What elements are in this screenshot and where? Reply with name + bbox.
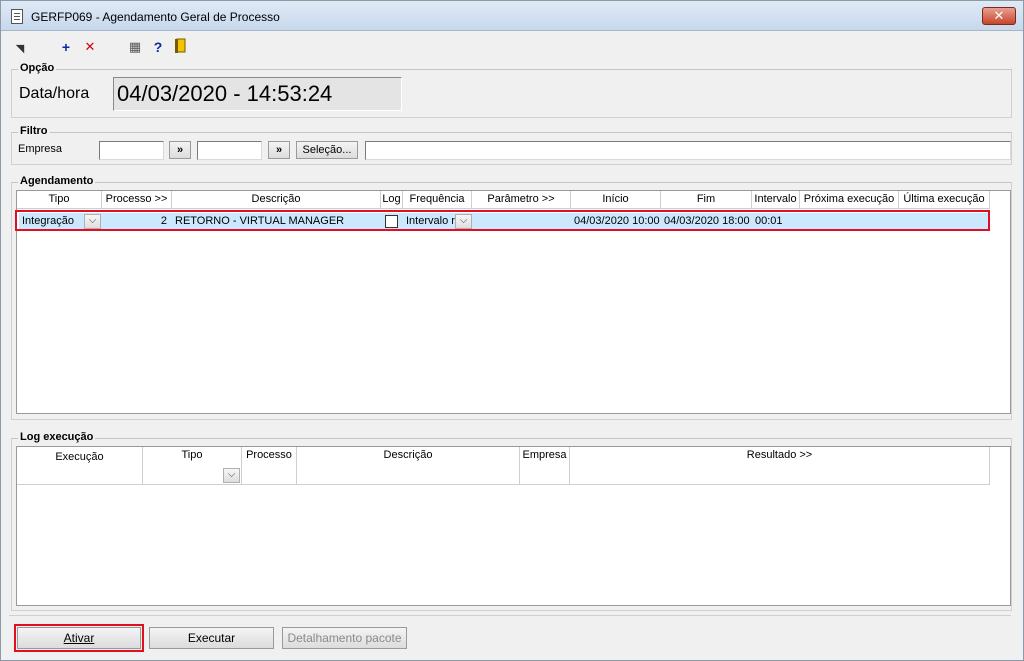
delete-icon[interactable]: ✕: [81, 38, 99, 56]
main-window: GERFP069 - Agendamento Geral de Processo…: [0, 0, 1024, 661]
first-record-icon[interactable]: ◥: [11, 38, 29, 56]
filtro-label: Filtro: [18, 125, 50, 137]
log-col-processo[interactable]: Processo: [242, 447, 297, 485]
toolbar: ◥ + ✕ ▦ ?: [9, 38, 1009, 58]
empresa-to-lookup-button[interactable]: »: [268, 141, 290, 159]
log-col-descricao[interactable]: Descrição: [297, 447, 520, 485]
log-tipo-dropdown-button[interactable]: ⌵: [223, 468, 240, 483]
window-title: GERFP069 - Agendamento Geral de Processo: [31, 10, 280, 24]
calendar-icon[interactable]: ▦: [126, 38, 144, 56]
col-processo[interactable]: Processo >>: [102, 191, 172, 209]
col-frequencia[interactable]: Frequência: [403, 191, 472, 209]
selecao-button[interactable]: Seleção...: [296, 141, 358, 159]
col-tipo[interactable]: Tipo: [17, 191, 102, 209]
ativar-button[interactable]: Ativar: [17, 627, 141, 649]
document-icon: [11, 9, 23, 24]
datahora-label: Data/hora: [19, 85, 90, 102]
col-parametro[interactable]: Parâmetro >>: [472, 191, 571, 209]
executar-button[interactable]: Executar: [149, 627, 274, 649]
col-log[interactable]: Log: [381, 191, 403, 209]
close-button[interactable]: ✕: [982, 7, 1016, 25]
help-icon[interactable]: ?: [149, 38, 167, 56]
col-proxima-execucao[interactable]: Próxima execução: [800, 191, 899, 209]
empresa-to-input[interactable]: [197, 141, 262, 160]
col-intervalo[interactable]: Intervalo: [752, 191, 800, 209]
col-descricao[interactable]: Descrição: [172, 191, 381, 209]
col-ultima-execucao[interactable]: Última execução: [899, 191, 990, 209]
log-col-execucao[interactable]: Execução: [17, 447, 143, 485]
bottom-separator: [9, 615, 1011, 616]
log-col-empresa[interactable]: Empresa: [520, 447, 570, 485]
datahora-display: 04/03/2020 - 14:53:24: [113, 77, 402, 111]
log-execucao-label: Log execução: [18, 431, 96, 443]
log-col-resultado[interactable]: Resultado >>: [570, 447, 990, 485]
col-fim[interactable]: Fim: [661, 191, 752, 209]
selection-text-field[interactable]: [365, 141, 1011, 160]
opcao-label: Opção: [18, 62, 57, 74]
agendamento-label: Agendamento: [18, 175, 96, 187]
log-execucao-grid: Execução Tipo ⌵ Processo Descrição Empre…: [16, 446, 1011, 606]
row-focus-highlight: [15, 210, 990, 231]
add-icon[interactable]: +: [57, 38, 75, 56]
exit-door-icon[interactable]: [172, 38, 190, 56]
title-bar: GERFP069 - Agendamento Geral de Processo…: [1, 1, 1023, 31]
detalhamento-pacote-button[interactable]: Detalhamento pacote: [282, 627, 407, 649]
empresa-from-lookup-button[interactable]: »: [169, 141, 191, 159]
col-inicio[interactable]: Início: [571, 191, 661, 209]
empresa-from-input[interactable]: [99, 141, 164, 160]
empresa-label: Empresa: [18, 143, 63, 155]
